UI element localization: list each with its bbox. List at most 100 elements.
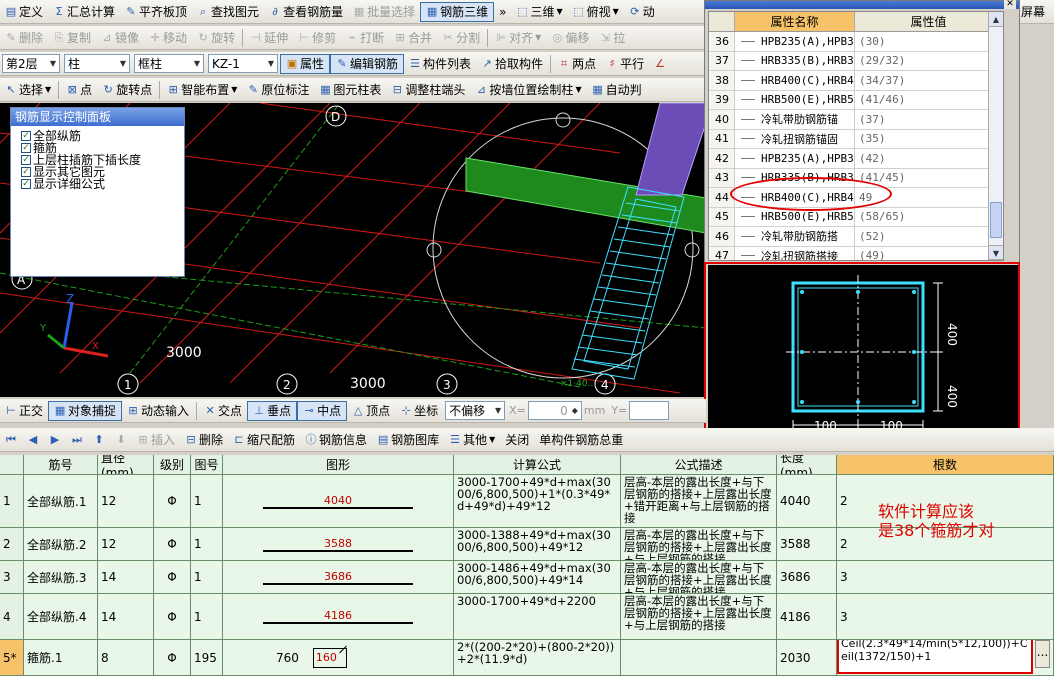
grid-cell-shape[interactable]: 4040 (223, 475, 454, 527)
rotate-button[interactable]: ↻ 旋转 (192, 28, 240, 48)
property-row[interactable]: 40 冷轧带肋钢筋锚 (37) (709, 110, 1003, 130)
scroll-down-icon[interactable]: ▼ (989, 245, 1003, 260)
mirror-button[interactable]: ⊿ 镜像 (96, 28, 144, 48)
menu-batch-select[interactable]: ▦ 批量选择 (348, 2, 420, 22)
offset-button[interactable]: ◎ 偏移 (546, 28, 594, 48)
grid-cell-length[interactable]: 3686 (777, 561, 837, 593)
scroll-thumb[interactable] (990, 202, 1002, 238)
element-select[interactable]: KZ-1 ▼ (208, 54, 278, 73)
checkbox-checked-icon[interactable]: ✓ (21, 143, 31, 153)
menu-3d[interactable]: ⬚ 三维 ▼ (511, 2, 567, 22)
grid-col-figure[interactable]: 图号 (191, 455, 223, 474)
grid-cell-formula[interactable]: 3000-1700+49*d+2200 (454, 594, 621, 639)
property-row[interactable]: 41 冷轧扭钢筋锚固 (35) (709, 129, 1003, 149)
property-row[interactable]: 38 HRB400(C),HRB4 (34/37) (709, 71, 1003, 91)
align-button[interactable]: ⊫ 对齐 ▼ (490, 28, 546, 48)
grid-cell-figure[interactable]: 1 (191, 561, 223, 593)
grid-col-name[interactable]: 筋号 (24, 455, 98, 474)
dynamic-input-button[interactable]: ⊞ 动态输入 (122, 401, 194, 421)
component-list-button[interactable]: ☰ 构件列表 (404, 54, 476, 74)
grid-cell-length[interactable]: 4186 (777, 594, 837, 639)
grid-col-diameter[interactable]: 直径(mm) (98, 455, 154, 474)
split-button[interactable]: ✂ 分割 (437, 28, 485, 48)
original-mark-button[interactable]: ✎ 原位标注 (242, 80, 314, 100)
menu-find-element[interactable]: ⌕ 查找图元 (192, 2, 264, 22)
menu-more[interactable]: » (494, 2, 511, 22)
grid-cell-name[interactable]: 全部纵筋.2 (24, 528, 98, 560)
intersection-button[interactable]: ✕ 交点 (199, 401, 247, 421)
category-select[interactable]: 柱 ▼ (64, 54, 130, 73)
delete-button[interactable]: ✎ 删除 (0, 28, 48, 48)
property-value[interactable]: (52) (855, 227, 1003, 246)
other-button[interactable]: ☰ 其他 ▼ (444, 430, 500, 450)
grid-cell-count[interactable]: Ceil(2.3*49*14/min(5*12,100))+Ceil(1372/… (837, 640, 1054, 675)
move-button[interactable]: ✛ 移动 (144, 28, 192, 48)
checkbox-checked-icon[interactable]: ✓ (21, 179, 31, 189)
property-row[interactable]: 45 HRB500(E),HRB5 (58/65) (709, 207, 1003, 227)
prev-record-button[interactable]: ◀ (22, 430, 44, 450)
menu-define[interactable]: ▤ 定义 (0, 2, 48, 22)
merge-button[interactable]: ⊞ 合并 (389, 28, 437, 48)
property-value[interactable]: (35) (855, 130, 1003, 149)
property-row[interactable]: 36 HPB235(A),HPB3 (30) (709, 32, 1003, 52)
midpoint-button[interactable]: ⊸ 中点 (297, 400, 348, 421)
type-select[interactable]: 框柱 ▼ (134, 54, 204, 73)
property-value[interactable]: (30) (855, 32, 1003, 51)
grid-cell-grade[interactable]: Φ (154, 528, 191, 560)
edit-formula-button[interactable]: ... (1035, 640, 1050, 668)
smart-layout-button[interactable]: ⊞ 智能布置 ▼ (162, 80, 242, 100)
close-button[interactable]: 关闭 (500, 430, 534, 450)
menu-align-slab-top[interactable]: ✎ 平齐板顶 (120, 2, 192, 22)
break-button[interactable]: ⌁ 打断 (341, 28, 389, 48)
grid-cell-figure[interactable]: 195 (191, 640, 223, 675)
vertex-button[interactable]: △ 顶点 (347, 401, 395, 421)
grid-cell-diameter[interactable]: 12 (98, 475, 154, 527)
rotation-handle[interactable] (684, 242, 700, 258)
point-button[interactable]: ⊠ 点 (61, 80, 97, 100)
grid-cell-description[interactable]: 层高-本层的露出长度+与下层钢筋的搭接+上层露出长度+与上层钢筋的搭接 (621, 528, 777, 560)
grid-cell-figure[interactable]: 1 (191, 475, 223, 527)
grid-cell-shape[interactable]: 3588 (223, 528, 454, 560)
grid-cell-description[interactable]: 层高-本层的露出长度+与下层钢筋的搭接+上层露出长度+与上层钢筋的搭接 (621, 561, 777, 593)
menu-screen[interactable]: 屏幕 (1016, 2, 1050, 22)
grid-col-shape[interactable]: 图形 (223, 455, 454, 474)
two-point-button[interactable]: ⌗ 两点 (553, 54, 601, 74)
scale-rebar-button[interactable]: ⊏ 缩尺配筋 (228, 430, 300, 450)
edit-rebar-button[interactable]: ✎ 编辑钢筋 (330, 53, 405, 74)
scroll-up-icon[interactable]: ▲ (989, 12, 1003, 27)
grid-cell-length[interactable]: 2030 (777, 640, 837, 675)
grid-cell-shape[interactable]: 4186 (223, 594, 454, 639)
checkbox-checked-icon[interactable]: ✓ (21, 155, 31, 165)
object-snap-button[interactable]: ▦ 对象捕捉 (48, 400, 123, 421)
property-value[interactable]: (49) (855, 247, 1003, 260)
ortho-button[interactable]: ⊢ 正交 (0, 401, 48, 421)
grid-cell-count[interactable]: 3 (837, 561, 1054, 593)
property-value[interactable]: (41/46) (855, 91, 1003, 110)
grid-cell-diameter[interactable]: 14 (98, 594, 154, 639)
trim-button[interactable]: ⊢ 修剪 (293, 28, 341, 48)
menu-summary-calc[interactable]: Σ 汇总计算 (48, 2, 120, 22)
property-row[interactable]: 46 冷轧带肋钢筋搭 (52) (709, 227, 1003, 247)
grid-delete-button[interactable]: ⊟ 删除 (180, 430, 228, 450)
grid-cell-description[interactable] (621, 640, 777, 675)
column-table-button[interactable]: ▦ 图元柱表 (314, 80, 386, 100)
coordinate-button[interactable]: ⊹ 坐标 (395, 401, 443, 421)
grid-cell-formula[interactable]: 2*((200-2*20)+(800-2*20))+2*(11.9*d) (454, 640, 621, 675)
grid-cell-length[interactable]: 3588 (777, 528, 837, 560)
count-formula-box[interactable]: Ceil(2.3*49*14/min(5*12,100))+Ceil(1372/… (837, 640, 1033, 674)
property-value[interactable]: (29/32) (855, 52, 1003, 71)
rebar-info-button[interactable]: ⓘ 钢筋信息 (300, 430, 372, 450)
scrollbar[interactable]: ▲ ▼ (988, 12, 1003, 260)
grid-cell-grade[interactable]: Φ (154, 640, 191, 675)
grid-col-grade[interactable]: 级别 (154, 455, 191, 474)
checkbox-checked-icon[interactable]: ✓ (21, 167, 31, 177)
grid-cell-diameter[interactable]: 12 (98, 528, 154, 560)
grid-cell-name[interactable]: 全部纵筋.3 (24, 561, 98, 593)
rebar-library-button[interactable]: ▤ 钢筋图库 (372, 430, 444, 450)
move-down-button[interactable]: ⬇ (110, 430, 132, 450)
next-record-button[interactable]: ▶ (44, 430, 66, 450)
grid-col-formula[interactable]: 计算公式 (454, 455, 621, 474)
grid-cell-diameter[interactable]: 8 (98, 640, 154, 675)
grid-cell-description[interactable]: 层高-本层的露出长度+与下层钢筋的搭接+上层露出长度+错开距离+与上层钢筋的搭接 (621, 475, 777, 527)
rotate-point-button[interactable]: ↻ 旋转点 (97, 80, 157, 100)
